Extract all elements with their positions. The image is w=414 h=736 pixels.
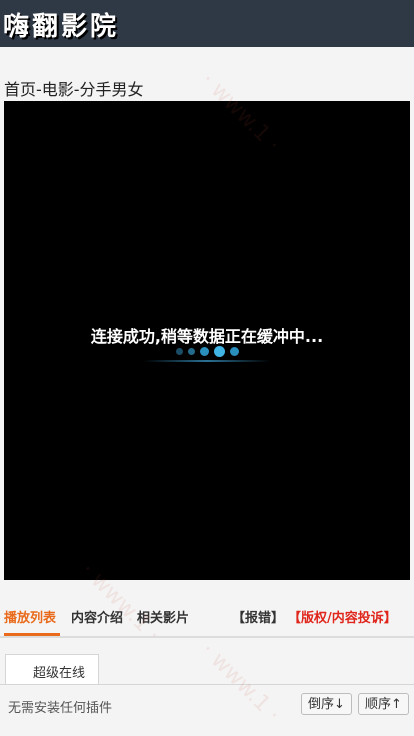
site-header: 嗨翻影院 [0, 0, 414, 47]
loading-text: 连接成功,稍等数据正在缓冲中... [90, 327, 324, 346]
plugin-hint: 无需安装任何插件 [8, 701, 113, 716]
source-tab[interactable]: 超级在线 [5, 654, 99, 684]
tab-playlist[interactable]: 播放列表 [4, 607, 56, 626]
loading-glow [144, 360, 270, 362]
breadcrumb[interactable]: 首页-电影-分手男女 [4, 76, 144, 100]
info-tabs: 播放列表 内容介绍 相关影片 【报错】 【版权/内容投诉】 [0, 604, 414, 638]
sort-desc-button[interactable]: 倒序↓ [301, 693, 352, 715]
video-player[interactable]: 连接成功,稍等数据正在缓冲中... [4, 101, 410, 580]
source-tab-label: 超级在线 [33, 666, 86, 681]
loading-dot [187, 348, 195, 355]
complaint-link[interactable]: 【版权/内容投诉】 [288, 607, 397, 626]
source-divider [0, 684, 414, 685]
active-tab-indicator [4, 633, 60, 636]
loading-dot [229, 347, 239, 356]
loading-dot [175, 348, 183, 355]
report-link[interactable]: 【报错】 [232, 607, 284, 626]
sort-asc-button[interactable]: 顺序↑ [358, 693, 409, 715]
loading-dot [213, 346, 225, 357]
loading-dot [199, 347, 209, 356]
site-logo[interactable]: 嗨翻影院 [3, 6, 119, 43]
watermark: · www.1 · [195, 637, 285, 728]
loading-spinner-icon [4, 346, 410, 357]
